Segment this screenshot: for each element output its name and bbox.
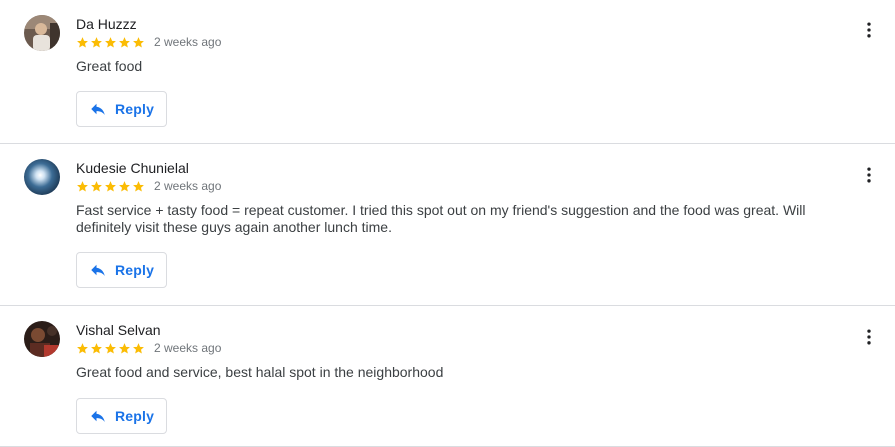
star-icon [119, 36, 130, 47]
star-icon [105, 36, 116, 47]
more-options-button[interactable] [859, 20, 879, 40]
star-icon [133, 342, 144, 353]
reviewer-avatar[interactable] [24, 321, 60, 357]
star-icon [77, 36, 88, 47]
star-icon [105, 180, 116, 191]
star-icon [133, 180, 144, 191]
star-icon [105, 342, 116, 353]
star-rating [76, 36, 145, 49]
review-card: Vishal Selvan 2 weeks ago Great food and… [0, 306, 895, 447]
review-text: Great food [76, 58, 143, 74]
more-vert-icon [867, 329, 871, 345]
reply-label: Reply [115, 262, 155, 278]
star-icon [77, 342, 88, 353]
star-icon [91, 342, 102, 353]
reviewer-avatar[interactable] [24, 159, 60, 195]
star-icon [119, 342, 130, 353]
review-date: 2 weeks ago [154, 341, 222, 355]
more-vert-icon [867, 22, 871, 38]
reply-button[interactable]: Reply [76, 252, 167, 288]
review-meta: 2 weeks ago [76, 35, 221, 49]
star-icon [77, 180, 88, 191]
reviewer-name[interactable]: Vishal Selvan [76, 322, 161, 338]
review-text: Great food and service, best halal spot … [76, 364, 444, 380]
reviewer-name[interactable]: Da Huzzz [76, 16, 137, 32]
reviewer-name[interactable]: Kudesie Chunielal [76, 160, 189, 176]
reply-button[interactable]: Reply [76, 91, 167, 127]
reply-icon [91, 264, 105, 276]
more-vert-icon [867, 167, 871, 183]
star-icon [91, 180, 102, 191]
reply-button[interactable]: Reply [76, 398, 167, 434]
more-options-button[interactable] [859, 165, 879, 185]
review-card: Da Huzzz 2 weeks ago Great food Reply [0, 0, 895, 144]
review-text: Fast service + tasty food = repeat custo… [76, 202, 806, 235]
star-icon [91, 36, 102, 47]
reply-label: Reply [115, 101, 155, 117]
reviewer-avatar[interactable] [24, 15, 60, 51]
review-meta: 2 weeks ago [76, 341, 221, 355]
star-rating [76, 180, 145, 193]
star-icon [133, 36, 144, 47]
reply-icon [91, 410, 105, 422]
reply-label: Reply [115, 408, 155, 424]
more-options-button[interactable] [859, 327, 879, 347]
review-date: 2 weeks ago [154, 35, 222, 49]
reply-icon [91, 103, 105, 115]
star-icon [119, 180, 130, 191]
review-date: 2 weeks ago [154, 179, 222, 193]
review-meta: 2 weeks ago [76, 179, 221, 193]
star-rating [76, 342, 145, 355]
review-card: Kudesie Chunielal 2 weeks ago Fast servi… [0, 144, 895, 306]
